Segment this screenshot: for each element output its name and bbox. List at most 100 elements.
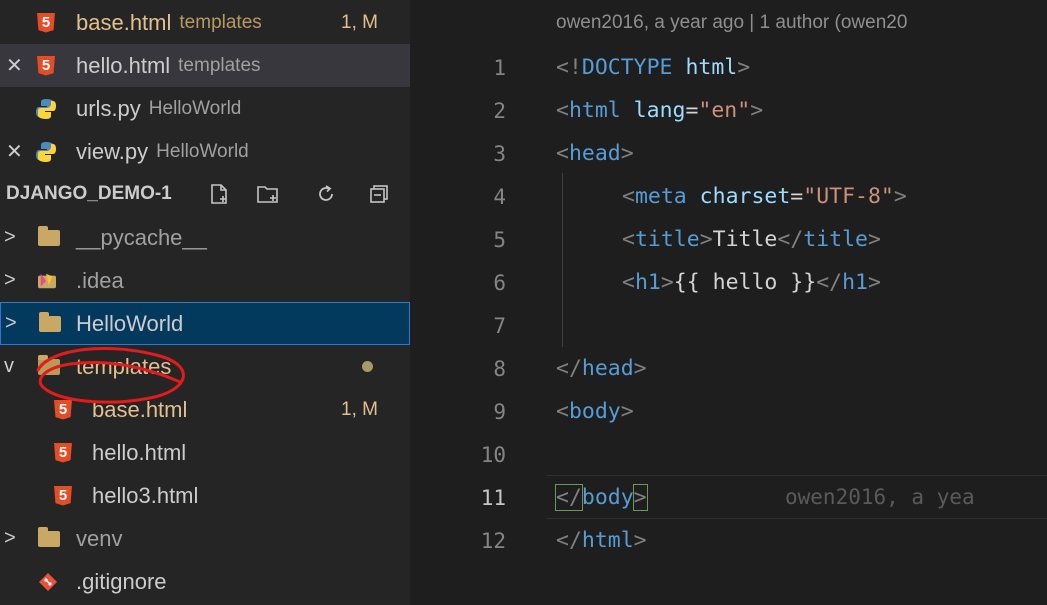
tree-item-hello-html[interactable]: 5 hello.html [0, 431, 410, 474]
bracket: < [556, 98, 569, 123]
equals: = [790, 184, 804, 209]
line-number: 4 [493, 185, 506, 209]
bracket: > [893, 184, 907, 209]
line-number-active: 11 [480, 486, 506, 510]
new-file-icon[interactable] [208, 183, 230, 205]
bracket-match: > [632, 484, 648, 511]
tag-name: html [568, 98, 621, 123]
open-editor-label: urls.py [76, 95, 141, 121]
modified-status: 1, M [341, 398, 378, 420]
html5-icon: 5 [37, 12, 55, 33]
blame-codelens[interactable]: owen2016, a year ago | 1 author (owen20 [556, 12, 907, 34]
text-content: Title [712, 227, 778, 252]
folder-icon [38, 225, 60, 246]
explorer-sidebar: 5 base.html templates 1, M ✕ 5 hello.htm… [0, 0, 410, 605]
tree-item-label: .gitignore [76, 568, 167, 594]
modified-dot [362, 361, 373, 372]
open-editor-label: base.html [76, 9, 172, 35]
tag-name: h1 [842, 270, 868, 295]
tag-name: head [568, 141, 621, 166]
refresh-icon[interactable] [315, 183, 337, 205]
code-line-6: <h1>{{ hello }}</h1> [622, 270, 881, 295]
html5-icon: 5 [54, 485, 72, 506]
close-icon[interactable]: ✕ [6, 139, 23, 164]
code-line-2: <html lang="en"> [556, 98, 763, 123]
bracket: </ [777, 227, 804, 252]
idea-folder-icon [38, 273, 56, 288]
tree-item-pycache[interactable]: > __pycache__ [0, 216, 410, 259]
chevron-right-icon: > [5, 312, 17, 334]
html5-icon: 5 [37, 55, 55, 76]
tag-name: body [568, 399, 621, 424]
tree-item-label: __pycache__ [76, 224, 207, 250]
modified-status: 1, M [341, 11, 378, 33]
open-editor-desc: HelloWorld [156, 140, 249, 162]
line-number: 7 [493, 314, 506, 338]
code-line-4: <meta charset="UTF-8"> [622, 184, 907, 209]
tag-name: title [634, 227, 700, 252]
attribute-value: "en" [698, 98, 751, 123]
code-line-11: </body> [555, 484, 648, 511]
project-name: DJANGO_DEMO-1 [6, 182, 172, 204]
bracket: > [750, 98, 764, 123]
line-number: 8 [493, 357, 506, 381]
html5-icon: 5 [54, 399, 72, 420]
code-line-8: </head> [556, 356, 647, 381]
open-editor-view-py[interactable]: ✕ view.py HelloWorld [0, 130, 410, 173]
attribute-name: lang [620, 98, 686, 123]
open-editor-desc: HelloWorld [148, 97, 242, 119]
code-editor[interactable]: owen2016, a year ago | 1 author (owen20 … [410, 0, 1047, 605]
open-editor-urls-py[interactable]: urls.py HelloWorld [0, 87, 410, 130]
tree-item-label: HelloWorld [76, 310, 184, 336]
open-editor-hello-html[interactable]: ✕ 5 hello.html templates [0, 44, 410, 87]
doctype-value: html [672, 55, 738, 80]
collapse-all-icon[interactable] [368, 183, 390, 205]
inline-blame: owen2016, a yea [785, 485, 975, 509]
line-number: 2 [493, 99, 506, 123]
equals: = [685, 98, 699, 123]
bracket: < [556, 399, 569, 424]
tree-item-label: .idea [76, 267, 124, 293]
close-icon[interactable]: ✕ [6, 53, 23, 78]
tree-item-templates[interactable]: v templates [0, 345, 410, 388]
python-icon [36, 141, 56, 162]
code-line-1: <!DOCTYPE html> [556, 55, 750, 80]
bracket: < [622, 270, 635, 295]
project-header[interactable]: DJANGO_DEMO-1 [0, 172, 410, 215]
tree-item-gitignore[interactable]: .gitignore [0, 560, 410, 603]
tree-item-label: templates [76, 353, 172, 379]
tree-item-label: venv [76, 525, 123, 551]
bracket: < [622, 227, 635, 252]
text-content: {{ hello }} [673, 270, 817, 295]
bracket: </ [556, 356, 582, 381]
bracket: > [660, 270, 674, 295]
tree-item-label: base.html [92, 396, 188, 422]
tree-item-label: hello.html [92, 439, 187, 465]
tag-name: html [581, 528, 634, 553]
bracket: > [620, 141, 634, 166]
chevron-right-icon: > [4, 269, 16, 291]
bracket: < [556, 141, 569, 166]
bracket: > [633, 356, 647, 381]
bracket: > [868, 227, 881, 252]
python-icon [36, 98, 56, 119]
indent-guide [562, 173, 563, 347]
line-number: 3 [493, 142, 506, 166]
tree-item-base-html[interactable]: 5 base.html 1, M [0, 388, 410, 431]
bracket: > [737, 55, 751, 80]
chevron-down-icon: v [4, 355, 14, 377]
line-number: 1 [493, 56, 506, 80]
tree-item-helloworld[interactable]: > HelloWorld [0, 302, 410, 345]
tree-item-venv[interactable]: > venv [0, 517, 410, 560]
tree-item-hello3-html[interactable]: 5 hello3.html [0, 474, 410, 517]
tag-name: head [581, 356, 634, 381]
tree-item-idea[interactable]: > .idea [0, 259, 410, 302]
new-folder-icon[interactable] [256, 183, 278, 205]
folder-icon [39, 311, 61, 332]
code-line-12: </html> [556, 528, 647, 553]
open-editor-base-html[interactable]: 5 base.html templates 1, M [0, 1, 410, 44]
open-editor-desc: templates [179, 11, 262, 33]
line-number: 10 [480, 443, 506, 467]
html5-icon: 5 [54, 442, 72, 463]
bracket: > [633, 528, 647, 553]
